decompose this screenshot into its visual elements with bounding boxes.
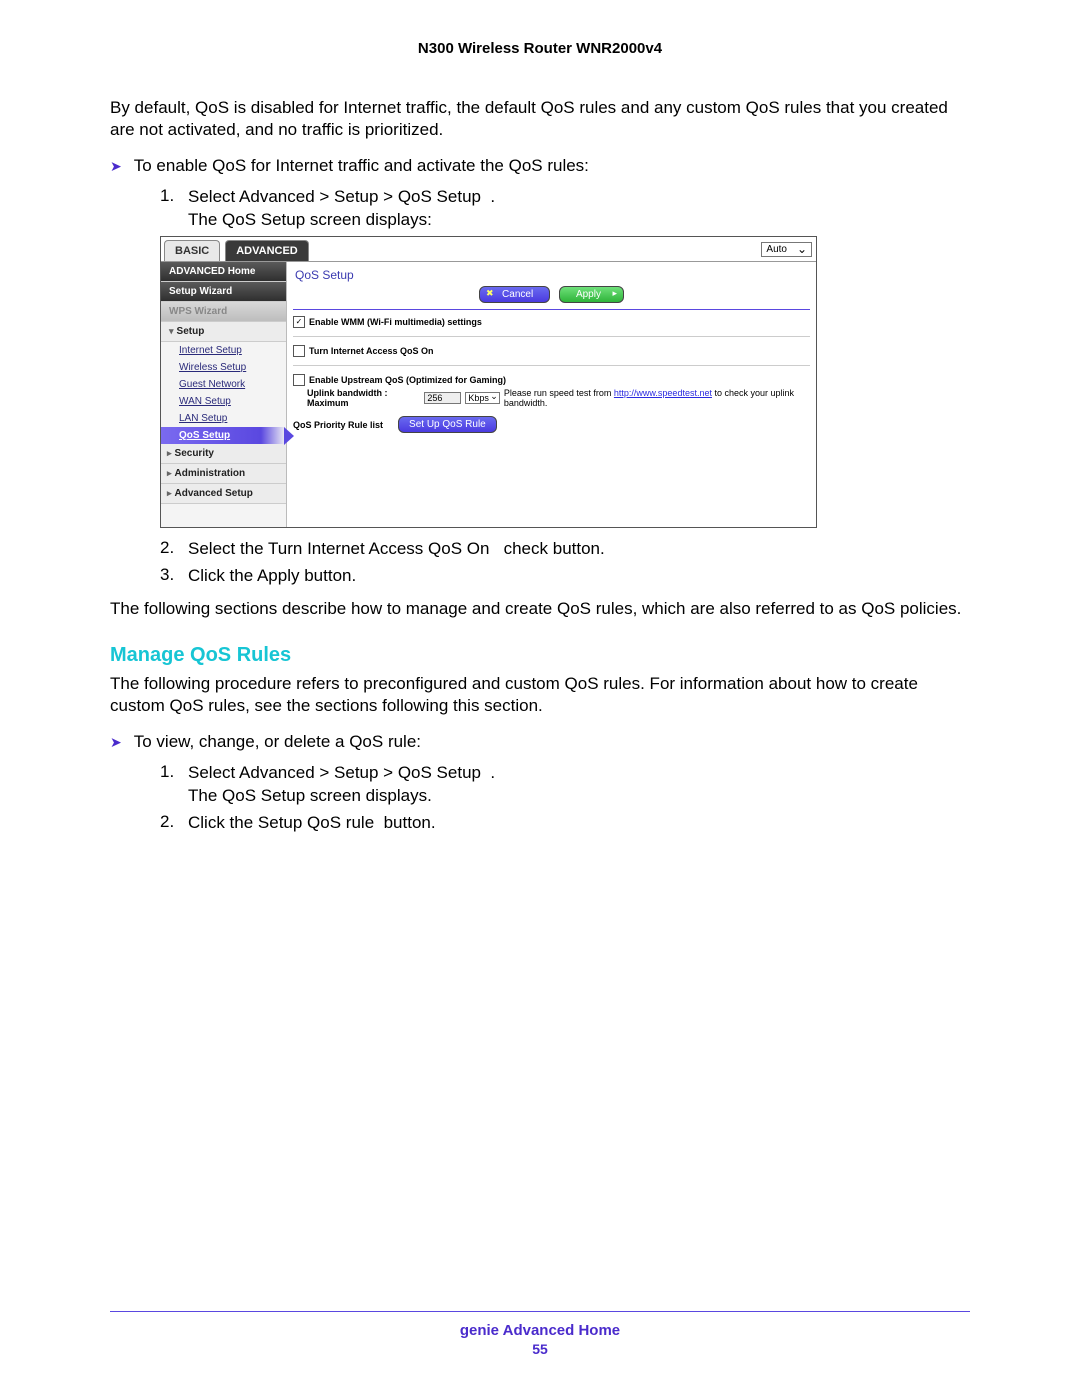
triangle-down-icon: ▾ [169, 326, 174, 336]
sidebar-section-security[interactable]: ▸Security [161, 444, 286, 464]
after-enable-paragraph: The following sections describe how to m… [110, 598, 970, 620]
enable-wmm-label: Enable WMM (Wi-Fi multimedia) settings [309, 317, 482, 327]
turn-internet-qos-label: Turn Internet Access QoS On [309, 346, 434, 356]
intro-paragraph: By default, QoS is disabled for Internet… [110, 97, 970, 141]
step-text: Click the Setup QoS rule button. [188, 812, 436, 835]
sidebar-section-advanced-setup[interactable]: ▸Advanced Setup [161, 484, 286, 504]
uplink-unit-select[interactable]: Kbps [465, 392, 500, 404]
enable-wmm-checkbox[interactable] [293, 316, 305, 328]
sidebar-item-qos-setup[interactable]: QoS Setup [161, 427, 286, 444]
setup-qos-rule-button[interactable]: Set Up QoS Rule [398, 416, 497, 433]
tab-basic[interactable]: BASIC [164, 240, 220, 261]
tab-advanced[interactable]: ADVANCED [225, 240, 309, 261]
speed-hint: Please run speed test from http://www.sp… [504, 388, 810, 408]
apply-button[interactable]: Apply [559, 286, 624, 303]
chevron-right-icon: ➤ [110, 734, 122, 751]
rule-list-label: QoS Priority Rule list [293, 420, 383, 430]
cancel-button[interactable]: Cancel [479, 286, 550, 303]
step-text: Click the Apply button. [188, 565, 356, 588]
footer-page-number: 55 [110, 1341, 970, 1357]
enable-upstream-checkbox[interactable] [293, 374, 305, 386]
sidebar-item-guest-network[interactable]: Guest Network [161, 376, 286, 393]
sidebar-item-advanced-home[interactable]: ADVANCED Home [161, 262, 286, 282]
uplink-value-input[interactable]: 256 [424, 392, 461, 404]
view-lead: To view, change, or delete a QoS rule: [134, 731, 421, 754]
document-title: N300 Wireless Router WNR2000v4 [110, 40, 970, 57]
sidebar-item-lan-setup[interactable]: LAN Setup [161, 410, 286, 427]
sidebar-item-wan-setup[interactable]: WAN Setup [161, 393, 286, 410]
step-number: 1. [160, 762, 188, 782]
enable-upstream-label: Enable Upstream QoS (Optimized for Gamin… [309, 375, 506, 385]
manage-intro-paragraph: The following procedure refers to precon… [110, 673, 970, 717]
triangle-right-icon: ▸ [167, 488, 172, 498]
page-title: QoS Setup [295, 268, 810, 282]
language-select[interactable]: Auto [761, 242, 812, 257]
sidebar-section-administration[interactable]: ▸Administration [161, 464, 286, 484]
sidebar-item-wps-wizard[interactable]: WPS Wizard [161, 302, 286, 322]
turn-internet-qos-checkbox[interactable] [293, 345, 305, 357]
sidebar-item-internet-setup[interactable]: Internet Setup [161, 342, 286, 359]
step-number: 2. [160, 812, 188, 832]
step-text: Select Advanced > Setup > QoS Setup . [188, 186, 495, 209]
triangle-right-icon: ▸ [167, 468, 172, 478]
triangle-right-icon: ▸ [167, 448, 172, 458]
router-ui-screenshot: BASIC ADVANCED Auto ADVANCED Home Setup … [160, 236, 817, 528]
sidebar-item-setup-wizard[interactable]: Setup Wizard [161, 282, 286, 302]
step-number: 3. [160, 565, 188, 585]
step-number: 2. [160, 538, 188, 558]
section-heading-manage-qos: Manage QoS Rules [110, 644, 970, 667]
sidebar: ADVANCED Home Setup Wizard WPS Wizard ▾S… [161, 262, 287, 527]
sidebar-item-wireless-setup[interactable]: Wireless Setup [161, 359, 286, 376]
chevron-right-icon: ➤ [110, 158, 122, 175]
uplink-label: Uplink bandwidth : Maximum [307, 388, 420, 408]
footer-section-label: genie Advanced Home [110, 1322, 970, 1339]
step-text: The QoS Setup screen displays. [188, 785, 495, 808]
step-text: Select the Turn Internet Access QoS On c… [188, 538, 605, 561]
step-text: The QoS Setup screen displays: [188, 209, 495, 232]
enable-lead: To enable QoS for Internet traffic and a… [134, 155, 589, 178]
step-number: 1. [160, 186, 188, 206]
content-pane: QoS Setup Cancel Apply Enable WMM (Wi-Fi… [287, 262, 816, 527]
sidebar-section-setup[interactable]: ▾Setup [161, 322, 286, 342]
step-text: Select Advanced > Setup > QoS Setup . [188, 762, 495, 785]
speedtest-link[interactable]: http://www.speedtest.net [614, 388, 712, 398]
